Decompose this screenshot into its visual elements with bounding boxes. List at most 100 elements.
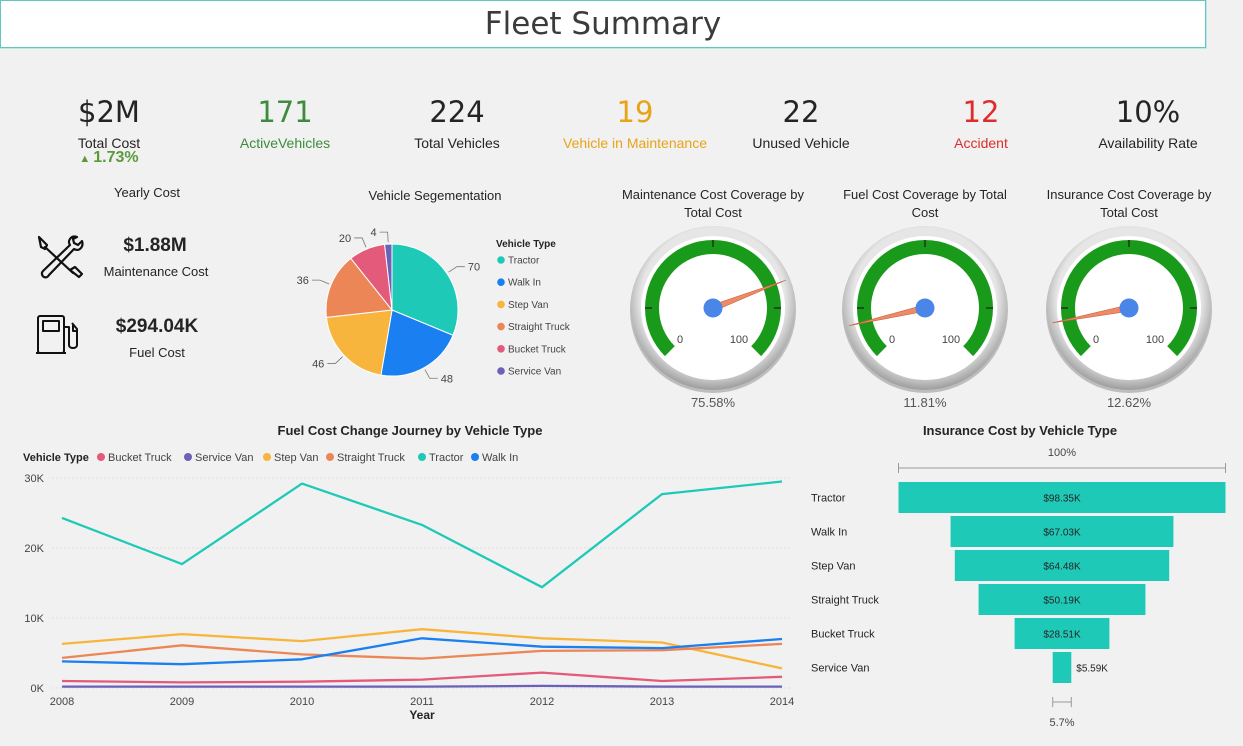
- pie-legend-dot: [497, 300, 505, 309]
- pie-legend-dot: [497, 278, 505, 286]
- line-x-tick: 2013: [650, 696, 674, 708]
- fuel-pump-icon: [35, 313, 85, 362]
- gauge-hub: [703, 298, 723, 318]
- gauge-title: Maintenance Cost Coverage by Total Cost: [603, 186, 823, 222]
- gauge-hub: [915, 298, 935, 318]
- pie-legend-dot: [497, 322, 505, 331]
- pie-chart-title: Vehicle Segementation: [368, 188, 502, 203]
- kpi-value: 224: [429, 95, 485, 129]
- line-y-tick: 30K: [24, 473, 44, 485]
- funnel-data-label: $28.51K: [1043, 630, 1081, 641]
- pie-legend-dot: [497, 367, 505, 375]
- funnel-data-label: $64.48K: [1043, 562, 1081, 573]
- kpi-label: Unused Vehicle: [752, 135, 850, 151]
- maintenance-cost-label: Maintenance Cost: [103, 264, 209, 279]
- pie-leader-line: [354, 237, 367, 248]
- gauge-title-line: Fuel Cost Coverage by Total: [843, 187, 1007, 202]
- kpi-value: 10%: [1115, 95, 1181, 129]
- line-legend-item: Step Van: [274, 452, 318, 464]
- funnel-category-label: Step Van: [811, 561, 855, 573]
- funnel-chart: 100% Tractor $98.35K Walk In $67.03K Step Van…: [811, 447, 1226, 729]
- gauge-hub: [1119, 298, 1139, 318]
- pie-slice: [325, 309, 393, 376]
- pie-legend-item: Tractor: [508, 256, 540, 267]
- funnel-bottom-label: 5.7%: [1049, 717, 1074, 729]
- gauge-min-label: 0: [677, 334, 683, 346]
- pie-legend-item: Straight Truck: [508, 322, 571, 333]
- kpi-label: Accident: [954, 135, 1008, 151]
- gauge-title-line: Maintenance Cost Coverage by: [621, 187, 805, 202]
- kpi-card: 19 Vehicle in Maintenance: [550, 95, 720, 151]
- line-chart-title: Fuel Cost Change Journey by Vehicle Type: [277, 423, 543, 438]
- line-x-tick: 2012: [530, 696, 554, 708]
- funnel-bar: [1052, 652, 1072, 683]
- pie-leader-line: [327, 356, 343, 364]
- pie-data-label: 36: [297, 275, 309, 287]
- gauge-max-label: 100: [942, 334, 960, 346]
- line-legend-dot: [418, 453, 426, 461]
- pie-data-label: 4: [371, 227, 377, 239]
- funnel-category-label: Service Van: [811, 663, 870, 675]
- pie-data-label: 20: [339, 233, 351, 245]
- kpi-label: Availability Rate: [1098, 135, 1198, 151]
- funnel-category-label: Walk In: [811, 527, 847, 539]
- funnel-category-label: Bucket Truck: [811, 629, 875, 641]
- line-series: [61, 671, 783, 684]
- gauge-min-label: 0: [1093, 334, 1099, 346]
- funnel-category-label: Tractor: [811, 493, 846, 505]
- kpi-card: 224 Total Vehicles: [372, 95, 542, 151]
- line-legend-item: Tractor: [429, 452, 464, 464]
- kpi-value: $2M: [78, 95, 140, 129]
- kpi-label: Vehicle in Maintenance: [563, 135, 707, 151]
- kpi-value: 22: [782, 95, 820, 129]
- kpi-card: 171 ActiveVehicles: [200, 95, 370, 151]
- line-series: [62, 684, 782, 688]
- pie-legend-title: Vehicle Type: [496, 239, 556, 250]
- line-legend-dot: [97, 453, 105, 461]
- line-legend-item: Walk In: [482, 452, 518, 464]
- line-legend-item: Bucket Truck: [108, 452, 172, 464]
- pie-leader-line: [311, 279, 330, 285]
- kpi-card: $2M Total Cost ▲ 1.73%: [24, 95, 194, 167]
- funnel-data-label: $50.19K: [1043, 596, 1081, 607]
- wrench-screwdriver-icon: [33, 233, 85, 284]
- line-legend-item: Service Van: [195, 452, 254, 464]
- pie-legend-dot: [497, 345, 505, 353]
- pie-legend-item: Walk In: [508, 278, 541, 289]
- line-x-tick: 2011: [410, 696, 434, 708]
- line-x-tick: 2009: [170, 696, 194, 708]
- line-legend-dot: [471, 453, 479, 461]
- kpi-value: 171: [257, 95, 313, 129]
- kpi-change-value: 1.73%: [93, 149, 139, 166]
- line-legend-item: Straight Truck: [337, 452, 405, 464]
- kpi-change: ▲ 1.73%: [24, 149, 194, 167]
- line-x-tick: 2014: [770, 696, 794, 708]
- line-x-tick: 2010: [290, 696, 314, 708]
- gauge-title-line: Insurance Cost Coverage by: [1046, 187, 1212, 202]
- gauge: 0 100: [1046, 226, 1212, 393]
- kpi-card: 10% Availability Rate: [1063, 95, 1233, 151]
- pie-legend-item: Service Van: [508, 367, 561, 378]
- line-legend-dot: [263, 453, 271, 461]
- gauge-value-label: 11.81%: [903, 395, 947, 410]
- fuel-cost-label: Fuel Cost: [129, 345, 185, 360]
- line-legend-title: Vehicle Type: [23, 452, 89, 464]
- pie-legend-item: Bucket Truck: [508, 344, 567, 355]
- gauge-max-label: 100: [1146, 334, 1164, 346]
- page-title: Fleet Summary: [0, 0, 1206, 48]
- line-series: [61, 480, 783, 589]
- gauge-title: Fuel Cost Coverage by Total Cost: [815, 186, 1035, 222]
- gauge-min-label: 0: [889, 334, 895, 346]
- pie-leader-line: [424, 369, 438, 379]
- kpi-card: 22 Unused Vehicle: [716, 95, 886, 151]
- gauge-value-label: 12.62%: [1106, 395, 1152, 410]
- line-y-tick: 20K: [24, 543, 44, 555]
- line-series: [61, 637, 783, 666]
- line-x-label: Year: [409, 708, 435, 722]
- gauge-value-label: 75.58%: [690, 395, 736, 410]
- gauge-max-label: 100: [730, 334, 748, 346]
- pie-legend-item: Step Van: [508, 300, 548, 311]
- kpi-label: Total Vehicles: [414, 135, 500, 151]
- line-chart: Vehicle Type Bucket Truck Service Van Step …: [23, 452, 794, 722]
- funnel-category-label: Straight Truck: [811, 595, 879, 607]
